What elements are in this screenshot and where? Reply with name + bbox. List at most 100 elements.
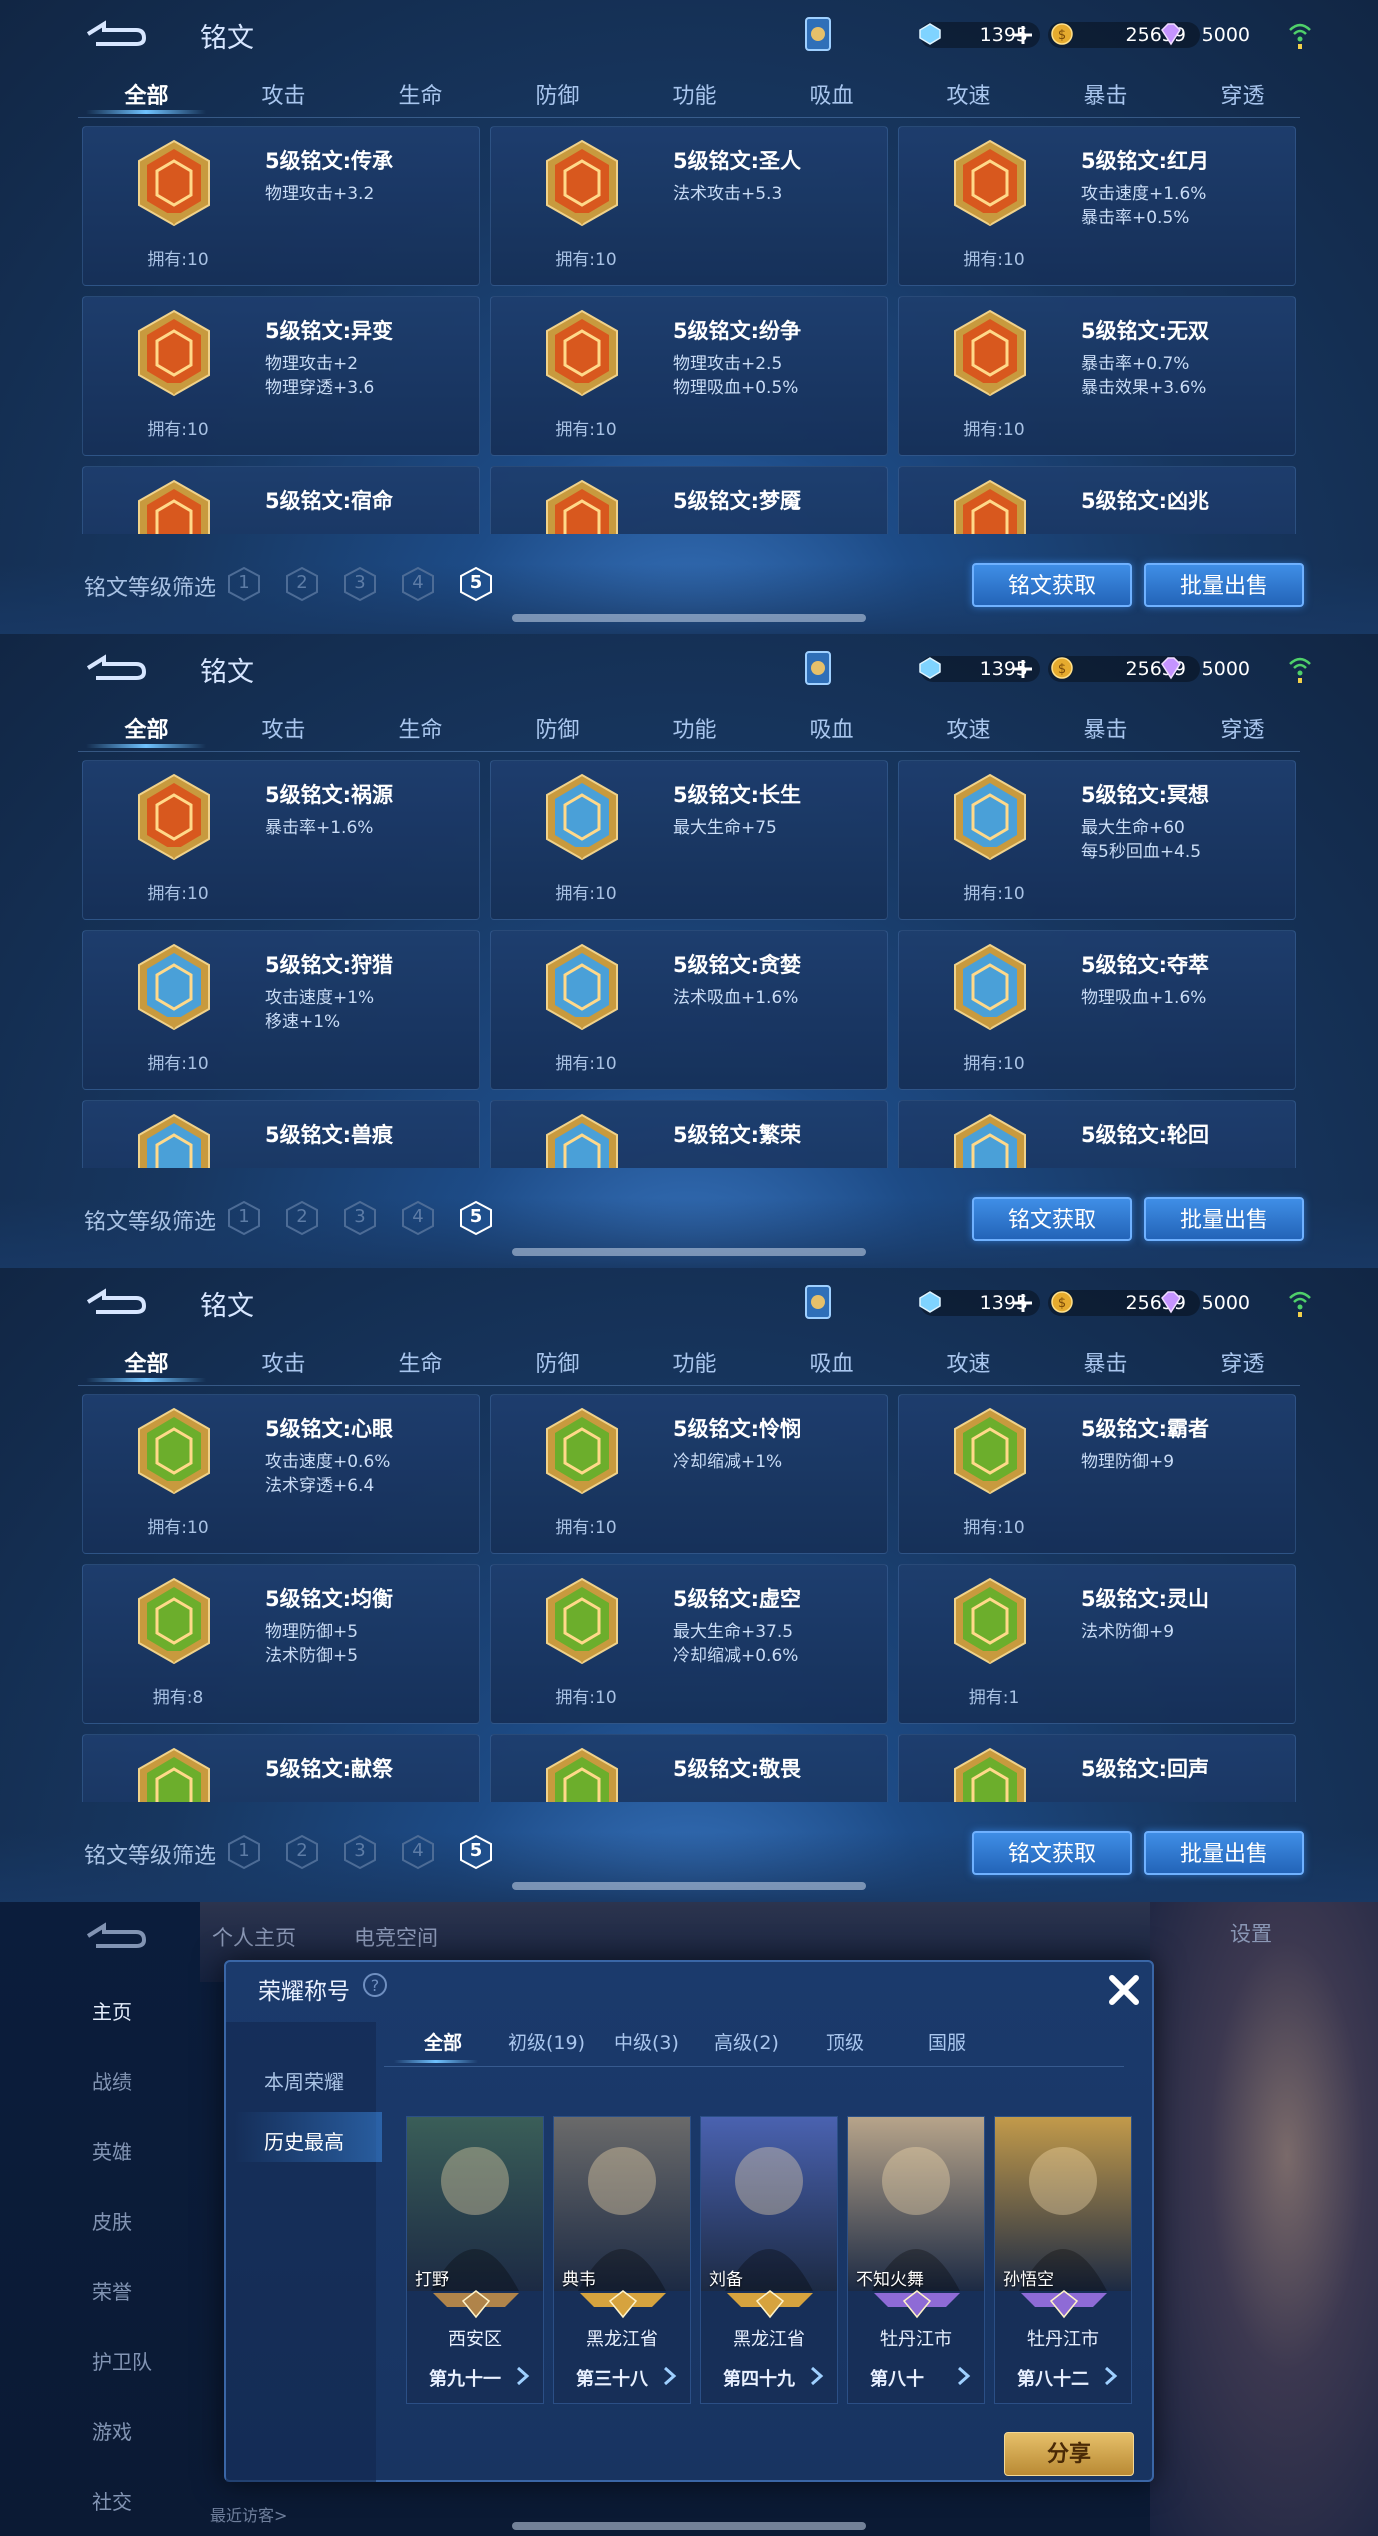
honor-tab-5[interactable]: 国服 xyxy=(928,2028,966,2055)
tab-5[interactable]: 吸血 xyxy=(763,1346,900,1378)
inscription-card[interactable]: 5级铭文:灵山 法术防御+9 拥有:1 xyxy=(898,1564,1296,1724)
sidebar-item-5[interactable]: 护卫队 xyxy=(92,2346,152,2375)
honor-tab-4[interactable]: 顶级 xyxy=(826,2028,864,2055)
level-filter-3[interactable]: 3 xyxy=(342,1200,378,1236)
level-filter-3[interactable]: 3 xyxy=(342,566,378,602)
level-filter-5[interactable]: 5 xyxy=(458,1834,494,1870)
honor-card[interactable]: 孙悟空 牡丹江市 第八十二 xyxy=(994,2116,1132,2404)
back-icon[interactable] xyxy=(84,1286,148,1318)
side-weekly-honor[interactable]: 本周荣耀 xyxy=(264,2066,344,2095)
level-filter-4[interactable]: 4 xyxy=(400,1834,436,1870)
chevron-right-icon[interactable] xyxy=(511,2365,533,2387)
sidebar-item-7[interactable]: 社交 xyxy=(92,2486,132,2515)
tab-0[interactable]: 全部 xyxy=(78,712,215,744)
tab-1[interactable]: 攻击 xyxy=(215,712,352,744)
tab-3[interactable]: 防御 xyxy=(489,712,626,744)
inscription-card[interactable]: 5级铭文:宿命 xyxy=(82,466,480,534)
honor-card[interactable]: 不知火舞 牡丹江市 第八十 xyxy=(847,2116,985,2404)
tab-0[interactable]: 全部 xyxy=(78,78,215,110)
tab-7[interactable]: 暴击 xyxy=(1037,78,1174,110)
inscription-card[interactable]: 5级铭文:异变 物理攻击+2 物理穿透+3.6 拥有:10 xyxy=(82,296,480,456)
chevron-right-icon[interactable] xyxy=(1099,2365,1121,2387)
inscription-card[interactable]: 5级铭文:夺萃 物理吸血+1.6% 拥有:10 xyxy=(898,930,1296,1090)
get-inscription-button[interactable]: 铭文获取 xyxy=(972,563,1132,607)
inscription-card[interactable]: 5级铭文:圣人 法术攻击+5.3 拥有:10 xyxy=(490,126,888,286)
inscription-card[interactable]: 5级铭文:献祭 xyxy=(82,1734,480,1802)
honor-card[interactable]: 刘备 黑龙江省 第四十九 xyxy=(700,2116,838,2404)
tab-2[interactable]: 生命 xyxy=(352,712,489,744)
inscription-card[interactable]: 5级铭文:敬畏 xyxy=(490,1734,888,1802)
sidebar-item-0[interactable]: 主页 xyxy=(92,1996,132,2025)
tab-0[interactable]: 全部 xyxy=(78,1346,215,1378)
tab-1[interactable]: 攻击 xyxy=(215,78,352,110)
tab-4[interactable]: 功能 xyxy=(626,1346,763,1378)
inscription-card[interactable]: 5级铭文:虚空 最大生命+37.5 冷却缩减+0.6% 拥有:10 xyxy=(490,1564,888,1724)
inscription-card-icon[interactable] xyxy=(802,650,834,688)
recent-visitors-link[interactable]: 最近访客> xyxy=(210,2502,287,2526)
tab-1[interactable]: 攻击 xyxy=(215,1346,352,1378)
tab-8[interactable]: 穿透 xyxy=(1174,78,1311,110)
tab-5[interactable]: 吸血 xyxy=(763,712,900,744)
close-icon[interactable] xyxy=(1104,1970,1144,2010)
sidebar-item-3[interactable]: 皮肤 xyxy=(92,2206,132,2235)
level-filter-2[interactable]: 2 xyxy=(284,566,320,602)
level-filter-1[interactable]: 1 xyxy=(226,1200,262,1236)
side-history-best[interactable]: 历史最高 xyxy=(264,2126,344,2155)
honor-tab-3[interactable]: 高级(2) xyxy=(714,2028,779,2055)
chevron-right-icon[interactable] xyxy=(805,2365,827,2387)
get-inscription-button[interactable]: 铭文获取 xyxy=(972,1197,1132,1241)
honor-card[interactable]: 打野 西安区 第九十一 xyxy=(406,2116,544,2404)
inscription-card[interactable]: 5级铭文:纷争 物理攻击+2.5 物理吸血+0.5% 拥有:10 xyxy=(490,296,888,456)
sidebar-item-6[interactable]: 游戏 xyxy=(92,2416,132,2445)
inscription-card[interactable]: 5级铭文:无双 暴击率+0.7% 暴击效果+3.6% 拥有:10 xyxy=(898,296,1296,456)
honor-tab-1[interactable]: 初级(19) xyxy=(508,2028,585,2055)
batch-sell-button[interactable]: 批量出售 xyxy=(1144,1831,1304,1875)
tab-8[interactable]: 穿透 xyxy=(1174,712,1311,744)
inscription-card[interactable]: 5级铭文:轮回 xyxy=(898,1100,1296,1168)
add-icon[interactable] xyxy=(1012,658,1034,680)
inscription-card[interactable]: 5级铭文:怜悯 冷却缩减+1% 拥有:10 xyxy=(490,1394,888,1554)
level-filter-3[interactable]: 3 xyxy=(342,1834,378,1870)
nav-personal-home[interactable]: 个人主页 xyxy=(212,1922,296,1952)
inscription-card[interactable]: 5级铭文:狩猎 攻击速度+1% 移速+1% 拥有:10 xyxy=(82,930,480,1090)
inscription-card[interactable]: 5级铭文:均衡 物理防御+5 法术防御+5 拥有:8 xyxy=(82,1564,480,1724)
add-icon[interactable] xyxy=(1012,24,1034,46)
chevron-right-icon[interactable] xyxy=(658,2365,680,2387)
inscription-card[interactable]: 5级铭文:长生 最大生命+75 拥有:10 xyxy=(490,760,888,920)
tab-7[interactable]: 暴击 xyxy=(1037,1346,1174,1378)
level-filter-2[interactable]: 2 xyxy=(284,1834,320,1870)
tab-3[interactable]: 防御 xyxy=(489,1346,626,1378)
batch-sell-button[interactable]: 批量出售 xyxy=(1144,563,1304,607)
sidebar-item-4[interactable]: 荣誉 xyxy=(92,2276,132,2305)
batch-sell-button[interactable]: 批量出售 xyxy=(1144,1197,1304,1241)
inscription-card[interactable]: 5级铭文:兽痕 xyxy=(82,1100,480,1168)
chevron-right-icon[interactable] xyxy=(952,2365,974,2387)
tab-6[interactable]: 攻速 xyxy=(900,1346,1037,1378)
tab-7[interactable]: 暴击 xyxy=(1037,712,1174,744)
inscription-card[interactable]: 5级铭文:繁荣 xyxy=(490,1100,888,1168)
get-inscription-button[interactable]: 铭文获取 xyxy=(972,1831,1132,1875)
level-filter-1[interactable]: 1 xyxy=(226,566,262,602)
inscription-card[interactable]: 5级铭文:回声 xyxy=(898,1734,1296,1802)
share-button[interactable]: 分享 xyxy=(1004,2432,1134,2476)
inscription-card-icon[interactable] xyxy=(802,1284,834,1322)
inscription-card[interactable]: 5级铭文:梦魇 xyxy=(490,466,888,534)
level-filter-4[interactable]: 4 xyxy=(400,1200,436,1236)
level-filter-4[interactable]: 4 xyxy=(400,566,436,602)
tab-6[interactable]: 攻速 xyxy=(900,712,1037,744)
tab-8[interactable]: 穿透 xyxy=(1174,1346,1311,1378)
tab-2[interactable]: 生命 xyxy=(352,78,489,110)
level-filter-5[interactable]: 5 xyxy=(458,1200,494,1236)
sidebar-item-1[interactable]: 战绩 xyxy=(92,2066,132,2095)
tab-3[interactable]: 防御 xyxy=(489,78,626,110)
tab-4[interactable]: 功能 xyxy=(626,712,763,744)
inscription-card[interactable]: 5级铭文:传承 物理攻击+3.2 拥有:10 xyxy=(82,126,480,286)
honor-card[interactable]: 典韦 黑龙江省 第三十八 xyxy=(553,2116,691,2404)
honor-tab-2[interactable]: 中级(3) xyxy=(614,2028,679,2055)
inscription-card[interactable]: 5级铭文:红月 攻击速度+1.6% 暴击率+0.5% 拥有:10 xyxy=(898,126,1296,286)
tab-5[interactable]: 吸血 xyxy=(763,78,900,110)
level-filter-1[interactable]: 1 xyxy=(226,1834,262,1870)
inscription-card[interactable]: 5级铭文:冥想 最大生命+60 每5秒回血+4.5 拥有:10 xyxy=(898,760,1296,920)
back-icon[interactable] xyxy=(84,1920,148,1952)
nav-esports[interactable]: 电竞空间 xyxy=(354,1922,438,1952)
